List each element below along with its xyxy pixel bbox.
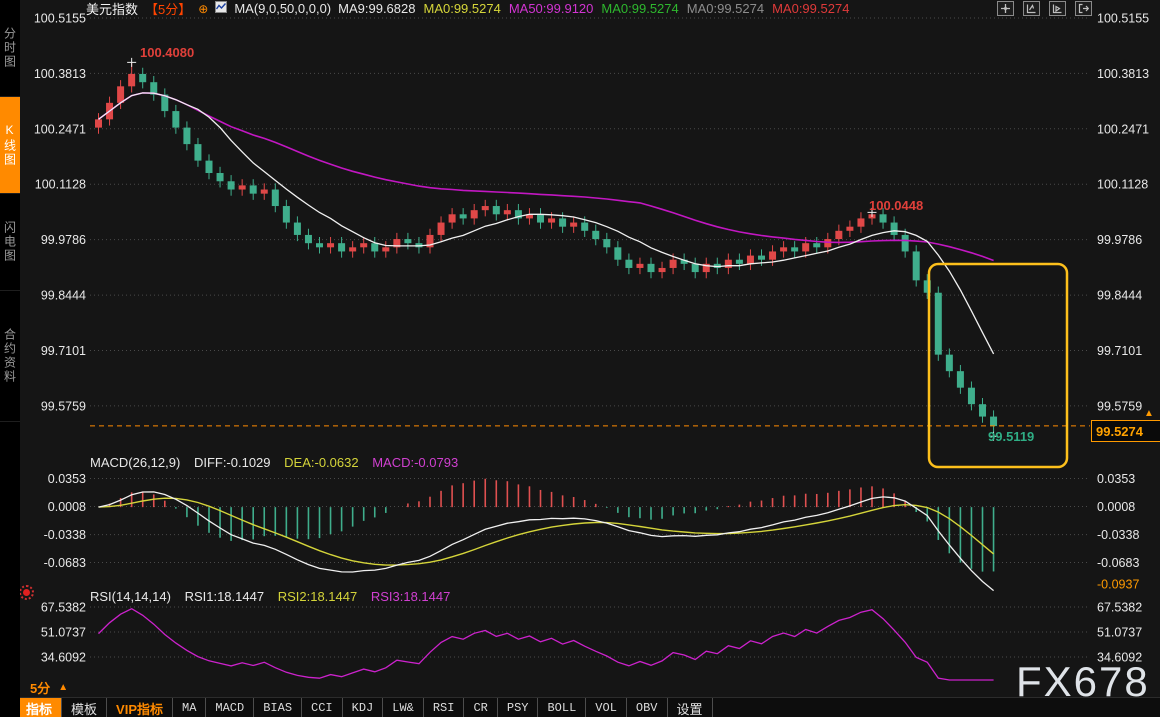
macd-histogram <box>99 479 994 572</box>
axis-label: 99.9786 <box>1097 233 1142 247</box>
axis-label: 99.8444 <box>41 289 86 303</box>
ma-value-2: MA0:99.5274 <box>423 1 500 16</box>
axis-mark-icon[interactable] <box>1049 1 1066 16</box>
symbol-title: 美元指数 <box>86 0 138 18</box>
extreme-cross-marker <box>127 58 136 67</box>
axis-label: 34.6092 <box>41 651 86 665</box>
high-annotation: 100.4080 <box>140 45 194 60</box>
axis-label: 100.1128 <box>1097 178 1148 192</box>
axis-label: -0.0683 <box>1097 556 1139 570</box>
sidebar-item-4[interactable]: 合约资料 <box>0 291 20 422</box>
app-root: 100.5155100.5155100.3813100.3813100.2471… <box>0 0 1160 717</box>
ma50-line <box>99 93 994 261</box>
axis-label: 99.7101 <box>41 344 86 358</box>
price-alert-icon[interactable]: ▲ <box>1144 408 1154 419</box>
axis-label: 99.7101 <box>1097 344 1142 358</box>
footer-tab-指标[interactable]: 指标 <box>17 698 62 717</box>
axis-label: 0.0353 <box>1097 472 1135 486</box>
ma-value-1: MA9:99.6828 <box>338 1 415 16</box>
axis-label: 67.5382 <box>41 601 86 615</box>
swing-high-annotation: 100.0448 <box>869 198 923 213</box>
rsi1-value: RSI1:18.1447 <box>185 589 265 604</box>
ma-config-label: MA(9,0,50,0,0,0) <box>234 1 331 16</box>
period-label[interactable]: 【5分】 <box>145 0 191 18</box>
current-price-tag: 99.5274 <box>1091 420 1160 442</box>
footer-tab-OBV[interactable]: OBV <box>627 698 668 717</box>
footer-tab-VOL[interactable]: VOL <box>586 698 627 717</box>
chart-canvas[interactable]: 100.5155100.5155100.3813100.3813100.2471… <box>0 0 1160 717</box>
footer-period-label[interactable]: 5分 <box>30 678 50 697</box>
footer-tab-CCI[interactable]: CCI <box>302 698 343 717</box>
axis-zoom-icon[interactable] <box>1023 1 1040 16</box>
dea-line <box>99 498 994 565</box>
mini-chart-icon <box>215 1 227 16</box>
axis-label: -0.0937 <box>1097 578 1139 592</box>
footer-tab-MACD[interactable]: MACD <box>206 698 254 717</box>
footer-tab-VIP指标[interactable]: VIP指标 <box>107 698 173 717</box>
axis-label: -0.0338 <box>1097 528 1139 542</box>
ma-value-5: MA0:99.5274 <box>687 1 764 16</box>
rsi3-value: RSI3:18.1447 <box>371 589 451 604</box>
top-header: 美元指数 【5分】 ⊕ MA(9,0,50,0,0,0) MA9:99.6828… <box>20 0 1092 17</box>
footer-tab-KDJ[interactable]: KDJ <box>343 698 384 717</box>
panel-expand-icon[interactable] <box>1075 1 1092 16</box>
candlestick-layer <box>95 62 997 432</box>
move-icon[interactable] <box>997 1 1014 16</box>
footer-tab-MA[interactable]: MA <box>173 698 206 717</box>
ma-value-3: MA50:99.9120 <box>509 1 594 16</box>
ma-value-6: MA0:99.5274 <box>772 1 849 16</box>
axis-label: 99.5759 <box>1097 399 1142 413</box>
axis-label: -0.0338 <box>44 528 86 542</box>
low-annotation: 99.5119 <box>988 429 1034 444</box>
axis-label: 0.0008 <box>1097 500 1135 514</box>
axis-label: 99.9786 <box>41 233 86 247</box>
macd-diff-value: DIFF:-0.1029 <box>194 455 271 470</box>
rsi-title[interactable]: RSI(14,14,14) <box>90 589 171 604</box>
add-overlay-icon[interactable]: ⊕ <box>198 2 208 16</box>
axis-label: -0.0683 <box>44 556 86 570</box>
sidebar-item-3[interactable]: 闪电图 <box>0 194 20 291</box>
footer-tab-CR[interactable]: CR <box>464 698 497 717</box>
axis-label: 100.1128 <box>35 178 86 192</box>
axis-label: 100.3813 <box>34 67 86 81</box>
axis-label: 100.5155 <box>1097 12 1149 26</box>
axis-label: 67.5382 <box>1097 601 1142 615</box>
macd-header: MACD(26,12,9) DIFF:-0.1029 DEA:-0.0632 M… <box>90 455 468 470</box>
macd-macd-value: MACD:-0.0793 <box>372 455 458 470</box>
rsi-header: RSI(14,14,14) RSI1:18.1447 RSI2:18.1447 … <box>90 589 460 604</box>
axis-label: 51.0737 <box>1097 626 1142 640</box>
rsi2-value: RSI2:18.1447 <box>278 589 358 604</box>
axis-label: 100.3813 <box>1097 67 1149 81</box>
footer-indicator-tabs: 指标模板VIP指标MAMACDBIASCCIKDJLW&RSICRPSYBOLL… <box>17 697 1160 717</box>
axis-label: 100.2471 <box>1097 122 1149 136</box>
footer-tab-模板[interactable]: 模板 <box>62 698 107 717</box>
axis-label: 99.8444 <box>1097 289 1142 303</box>
alert-dot-icon[interactable] <box>23 589 30 596</box>
sidebar: 分时图K线图闪电图合约资料 <box>0 0 20 717</box>
ma-value-4: MA0:99.5274 <box>601 1 678 16</box>
axis-label: 0.0353 <box>48 472 86 486</box>
period-up-arrow-icon[interactable]: ▲ <box>58 682 68 693</box>
macd-title[interactable]: MACD(26,12,9) <box>90 455 180 470</box>
axis-label: 100.2471 <box>34 122 86 136</box>
footer-tab-PSY[interactable]: PSY <box>498 698 539 717</box>
footer-period-row: 5分 ▲ <box>20 678 1160 697</box>
rsi-line <box>99 609 994 680</box>
axis-label: 0.0008 <box>48 500 86 514</box>
footer-tab-BIAS[interactable]: BIAS <box>254 698 302 717</box>
footer-tab-RSI[interactable]: RSI <box>424 698 465 717</box>
footer-tab-LW&[interactable]: LW& <box>383 698 424 717</box>
sidebar-item-1[interactable]: 分时图 <box>0 0 20 97</box>
ma-values: MA9:99.6828 MA0:99.5274 MA50:99.9120 MA0:99… <box>338 1 857 16</box>
axis-label: 99.5759 <box>41 399 86 413</box>
macd-dea-value: DEA:-0.0632 <box>284 455 358 470</box>
footer-tab-BOLL[interactable]: BOLL <box>538 698 586 717</box>
axis-label: 51.0737 <box>41 626 86 640</box>
sidebar-item-2[interactable]: K线图 <box>0 97 20 194</box>
footer-tab-设置[interactable]: 设置 <box>668 698 713 717</box>
